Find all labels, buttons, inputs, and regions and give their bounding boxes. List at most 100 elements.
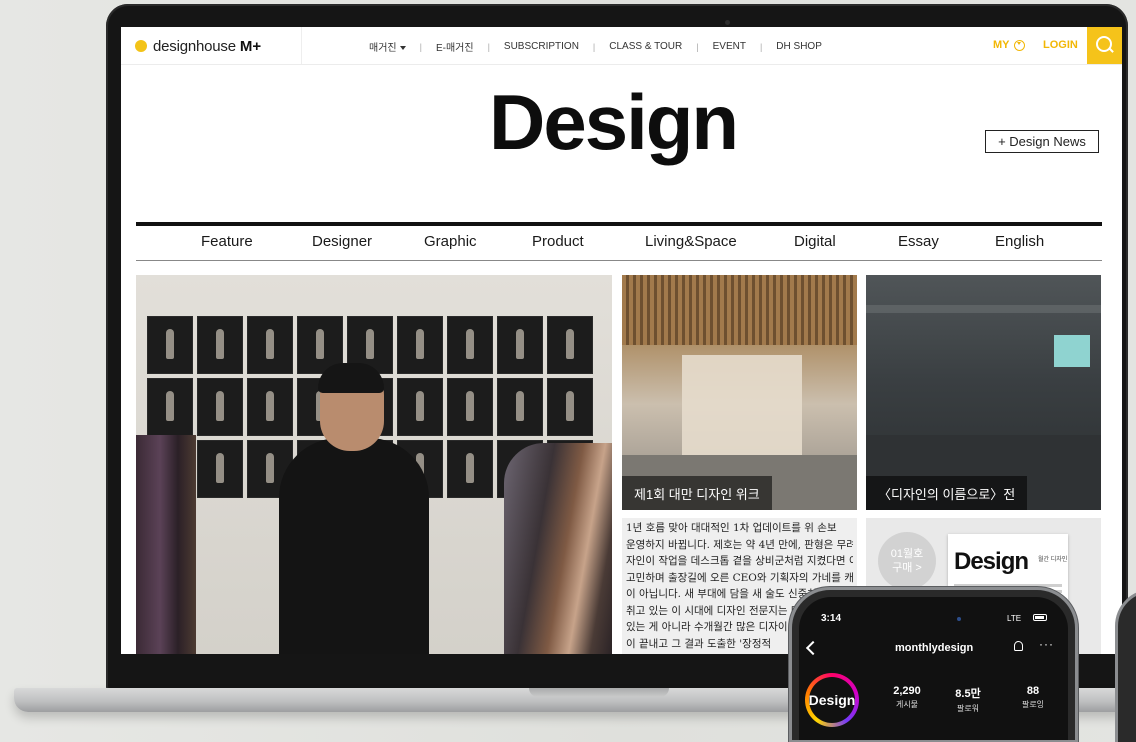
brand-dot-icon — [135, 40, 147, 52]
brand-logo[interactable]: designhouse M+ — [135, 37, 261, 55]
wall-photo — [448, 441, 492, 497]
feature-tile-exhibition[interactable]: 〈디자인의 이름으로〉전 — [866, 275, 1101, 510]
category-nav: Feature Designer Graphic Product Living&… — [136, 233, 1102, 255]
second-phone-edge — [1118, 592, 1136, 742]
badge-line-1: 01월호 — [890, 548, 924, 560]
nav-item-emagazine[interactable]: E-매거진 — [436, 39, 474, 54]
category-rule-top — [136, 222, 1102, 226]
nav-item-event[interactable]: EVENT — [713, 41, 746, 52]
chevron-down-circle-icon — [1013, 39, 1025, 51]
nav-item-subscription[interactable]: SUBSCRIPTION — [504, 41, 579, 52]
ceiling-slats — [622, 275, 857, 345]
phone-screen: 3:14 LTE monthlydesign ··· Design 2,290 … — [799, 597, 1068, 740]
person-hair — [318, 363, 384, 393]
design-news-button[interactable]: + Design News — [985, 130, 1099, 153]
header-divider — [301, 27, 302, 64]
stat-label: 게시물 — [895, 700, 919, 709]
brand-suffix: M+ — [239, 37, 262, 55]
category-english[interactable]: English — [995, 233, 1044, 250]
category-feature[interactable]: Feature — [201, 233, 253, 250]
category-digital[interactable]: Digital — [794, 233, 836, 250]
search-button[interactable] — [1087, 27, 1122, 64]
wall-photo — [448, 317, 492, 373]
clothing-rack-right — [504, 443, 612, 654]
laptop-camera — [725, 20, 730, 25]
nav-separator: | — [759, 41, 763, 52]
login-link[interactable]: LOGIN — [1043, 39, 1078, 51]
wall-photo — [198, 379, 242, 435]
cover-logo: Design — [954, 548, 1029, 575]
wall-photo — [498, 379, 542, 435]
laptop-notch — [529, 688, 669, 697]
stat-posts[interactable]: 2,290 게시물 — [882, 685, 932, 710]
wall-photo — [548, 379, 592, 435]
battery-icon — [1033, 614, 1047, 621]
category-essay[interactable]: Essay — [898, 233, 939, 250]
brand-name: designhouse — [153, 37, 236, 55]
category-rule-bottom — [136, 260, 1102, 261]
nav-separator: | — [696, 41, 699, 52]
stat-label: 팔로워 — [956, 704, 980, 713]
phone-time: 3:14 — [821, 613, 842, 624]
category-graphic[interactable]: Graphic — [424, 233, 477, 250]
wall-photo — [198, 441, 242, 497]
profile-avatar[interactable]: Design — [805, 673, 859, 727]
my-label: MY — [993, 39, 1010, 51]
wall-photo — [448, 379, 492, 435]
wall-photo — [498, 317, 542, 373]
signal-indicator: LTE — [1007, 614, 1022, 623]
stat-label: 팔로잉 — [1021, 700, 1045, 709]
article-line: 고민하며 출장길에 오른 CEO와 기획자의 가네를 캐리 — [626, 571, 853, 584]
top-nav: 매거진 | E-매거진 | SUBSCRIPTION | CLASS & TOU… — [369, 39, 822, 54]
nav-separator: | — [487, 41, 490, 52]
nav-item-class-tour[interactable]: CLASS & TOUR — [609, 41, 682, 52]
category-designer[interactable]: Designer — [312, 233, 372, 250]
nav-separator: | — [592, 41, 596, 52]
profile-username: monthlydesign — [895, 642, 974, 654]
wall-photo — [398, 379, 442, 435]
exhibit-booth — [682, 355, 802, 455]
wall-photo — [398, 317, 442, 373]
tile-caption: 제1회 대만 디자인 위크 — [622, 476, 772, 510]
clothing-rack-left — [136, 435, 196, 654]
laptop-screen: designhouse M+ 매거진 | E-매거진 | SUBSCRIPTIO… — [121, 27, 1122, 654]
category-product[interactable]: Product — [532, 233, 584, 250]
cover-tag: 월간 디자인 — [1038, 557, 1068, 563]
nav-item-magazine[interactable]: 매거진 — [369, 39, 406, 54]
stat-followers[interactable]: 8.5만 팔로워 — [943, 685, 993, 714]
wall-photo — [248, 317, 292, 373]
ceiling-beam — [866, 305, 1101, 313]
phone-frame: 3:14 LTE monthlydesign ··· Design 2,290 … — [792, 590, 1075, 740]
magazine-logo[interactable]: Design — [489, 83, 739, 161]
my-menu[interactable]: MY — [993, 39, 1025, 51]
bell-icon[interactable] — [1014, 641, 1023, 651]
search-icon-handle — [1108, 47, 1114, 53]
badge-line-2: 구매 > — [892, 562, 922, 574]
stat-following[interactable]: 88 팔로잉 — [1008, 685, 1058, 710]
wall-photo — [148, 379, 192, 435]
wall-photo — [198, 317, 242, 373]
feature-main-image[interactable] — [136, 275, 612, 654]
tile-caption: 〈디자인의 이름으로〉전 — [866, 476, 1028, 510]
wall-photo — [148, 317, 192, 373]
more-options-icon[interactable]: ··· — [1039, 637, 1054, 651]
person-figure — [279, 438, 429, 654]
nav-item-dh-shop[interactable]: DH SHOP — [776, 41, 822, 52]
stat-value: 88 — [1026, 685, 1040, 697]
article-line: 자인이 작업을 데스크톱 곁을 상비군처럼 지켰다면 이 — [626, 555, 853, 567]
back-arrow-icon[interactable] — [805, 640, 821, 656]
category-living-space[interactable]: Living&Space — [645, 233, 737, 250]
article-line: 1년 호름 맞아 대대적인 1차 업데이트를 위 손보 — [626, 522, 837, 534]
article-line: 운영하지 바뀝니다. 제호는 약 4년 만에, 판형은 무려 — [626, 538, 853, 551]
stat-value: 8.5만 — [955, 688, 981, 700]
nav-separator: | — [419, 41, 422, 52]
feature-tile-taiwan-design-week[interactable]: 제1회 대만 디자인 위크 — [622, 275, 857, 510]
avatar-text: Design — [809, 677, 855, 723]
caret-down-icon — [399, 46, 406, 51]
wall-photo — [248, 379, 292, 435]
site-header: designhouse M+ 매거진 | E-매거진 | SUBSCRIPTIO… — [121, 27, 1122, 65]
camera-icon — [957, 617, 961, 621]
issue-badge[interactable]: 01월호 구매 > — [878, 532, 936, 590]
display-panel — [1054, 335, 1090, 367]
wall-photo — [548, 317, 592, 373]
